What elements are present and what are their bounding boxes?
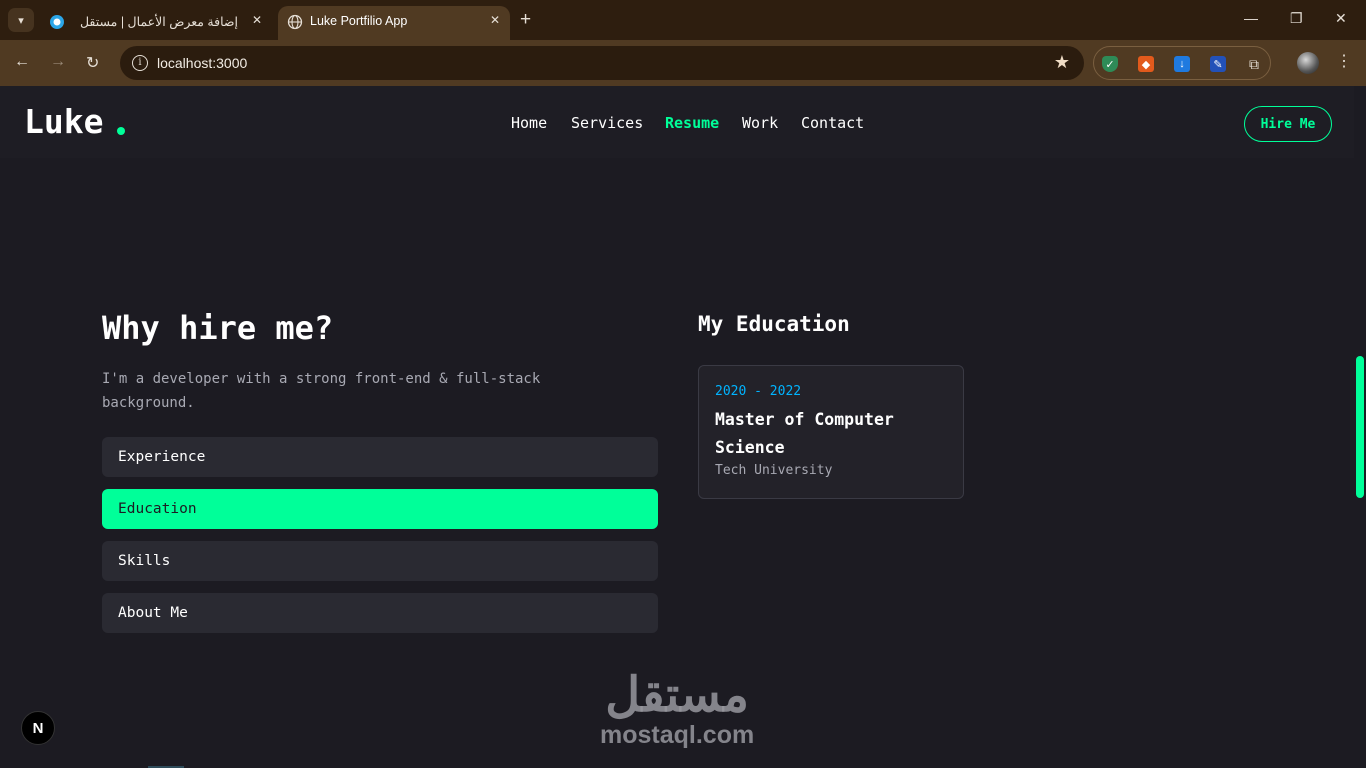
tab-close-icon[interactable]: ✕ <box>252 13 262 27</box>
browser-toolbar: ← → ↻ i localhost:3000 ★ ✓ ◆ ↓ ✎ ⧉ ⋮ <box>0 40 1366 86</box>
resume-tab-education[interactable]: Education <box>102 489 658 529</box>
restore-button[interactable]: ❐ <box>1290 10 1303 27</box>
nav-services[interactable]: Services <box>571 114 643 132</box>
education-card: 2020 - 2022 Master of Computer Science T… <box>698 365 964 499</box>
reload-button[interactable]: ↻ <box>86 53 99 73</box>
scrollbar-thumb[interactable] <box>1356 356 1364 498</box>
tab-mostaql[interactable]: إضافة معرض الأعمال | مستقل ✕ <box>40 6 272 40</box>
back-button[interactable]: ← <box>14 53 30 71</box>
new-tab-button[interactable]: + <box>520 9 531 31</box>
shield-extension-icon[interactable]: ✓ <box>1102 56 1118 72</box>
download-extension-icon[interactable]: ↓ <box>1174 56 1190 72</box>
browser-tab-bar: ▾ إضافة معرض الأعمال | مستقل ✕ Luke Port… <box>0 0 1366 40</box>
profile-avatar[interactable] <box>1297 52 1319 74</box>
watermark-latin: mostaql.com <box>600 721 755 749</box>
bookmark-star-icon[interactable]: ★ <box>1054 52 1070 73</box>
nav-home[interactable]: Home <box>511 114 547 132</box>
resume-tab-skills[interactable]: Skills <box>102 541 658 581</box>
section-description: I'm a developer with a strong front-end … <box>102 371 541 411</box>
section-title: Why hire me? <box>102 309 334 347</box>
resume-tab-about-me[interactable]: About Me <box>102 593 658 633</box>
chevron-down-icon: ▾ <box>18 14 24 27</box>
nextjs-dev-badge[interactable]: N <box>21 711 55 745</box>
browser-menu-icon[interactable]: ⋮ <box>1336 51 1352 71</box>
tab-title: Luke Portfilio App <box>310 14 408 28</box>
resume-tab-experience[interactable]: Experience <box>102 437 658 477</box>
mostaql-watermark: مستقل mostaql.com <box>600 669 755 750</box>
minimize-button[interactable]: — <box>1244 10 1258 26</box>
site-logo[interactable]: Luke <box>24 102 103 141</box>
address-bar[interactable]: i localhost:3000 ★ <box>120 46 1084 80</box>
nav-resume[interactable]: Resume <box>665 114 719 132</box>
logo-dot <box>117 127 125 135</box>
nav-contact[interactable]: Contact <box>801 114 864 132</box>
extensions-area: ✓ ◆ ↓ ✎ ⧉ <box>1093 46 1271 80</box>
education-degree: Master of Computer Science <box>715 410 894 457</box>
portfolio-page: Luke Home Services Resume Work Contact H… <box>0 86 1354 768</box>
globe-icon <box>287 14 303 30</box>
tab-search-button[interactable]: ▾ <box>8 8 34 32</box>
url-text[interactable]: localhost:3000 <box>157 55 247 71</box>
education-school: Tech University <box>715 463 833 478</box>
tab-luke-portfolio[interactable]: Luke Portfilio App ✕ <box>278 6 510 40</box>
pen-extension-icon[interactable]: ✎ <box>1210 56 1226 72</box>
puzzle-extensions-icon[interactable]: ⧉ <box>1246 56 1262 72</box>
hire-me-button[interactable]: Hire Me <box>1244 106 1332 142</box>
site-info-icon[interactable]: i <box>132 55 148 71</box>
nav-work[interactable]: Work <box>742 114 778 132</box>
education-title: My Education <box>698 312 850 336</box>
education-years: 2020 - 2022 <box>715 384 802 399</box>
tab-title: إضافة معرض الأعمال | مستقل <box>79 15 238 29</box>
site-header: Luke Home Services Resume Work Contact H… <box>0 86 1354 158</box>
nextjs-logo-icon: N <box>32 719 44 737</box>
mostaql-favicon-icon <box>50 15 64 29</box>
forward-button[interactable]: → <box>50 53 66 71</box>
fox-extension-icon[interactable]: ◆ <box>1138 56 1154 72</box>
tab-close-icon[interactable]: ✕ <box>490 13 500 27</box>
close-window-button[interactable]: ✕ <box>1335 10 1347 27</box>
page-scrollbar[interactable] <box>1354 86 1366 768</box>
watermark-arabic: مستقل <box>605 669 749 722</box>
